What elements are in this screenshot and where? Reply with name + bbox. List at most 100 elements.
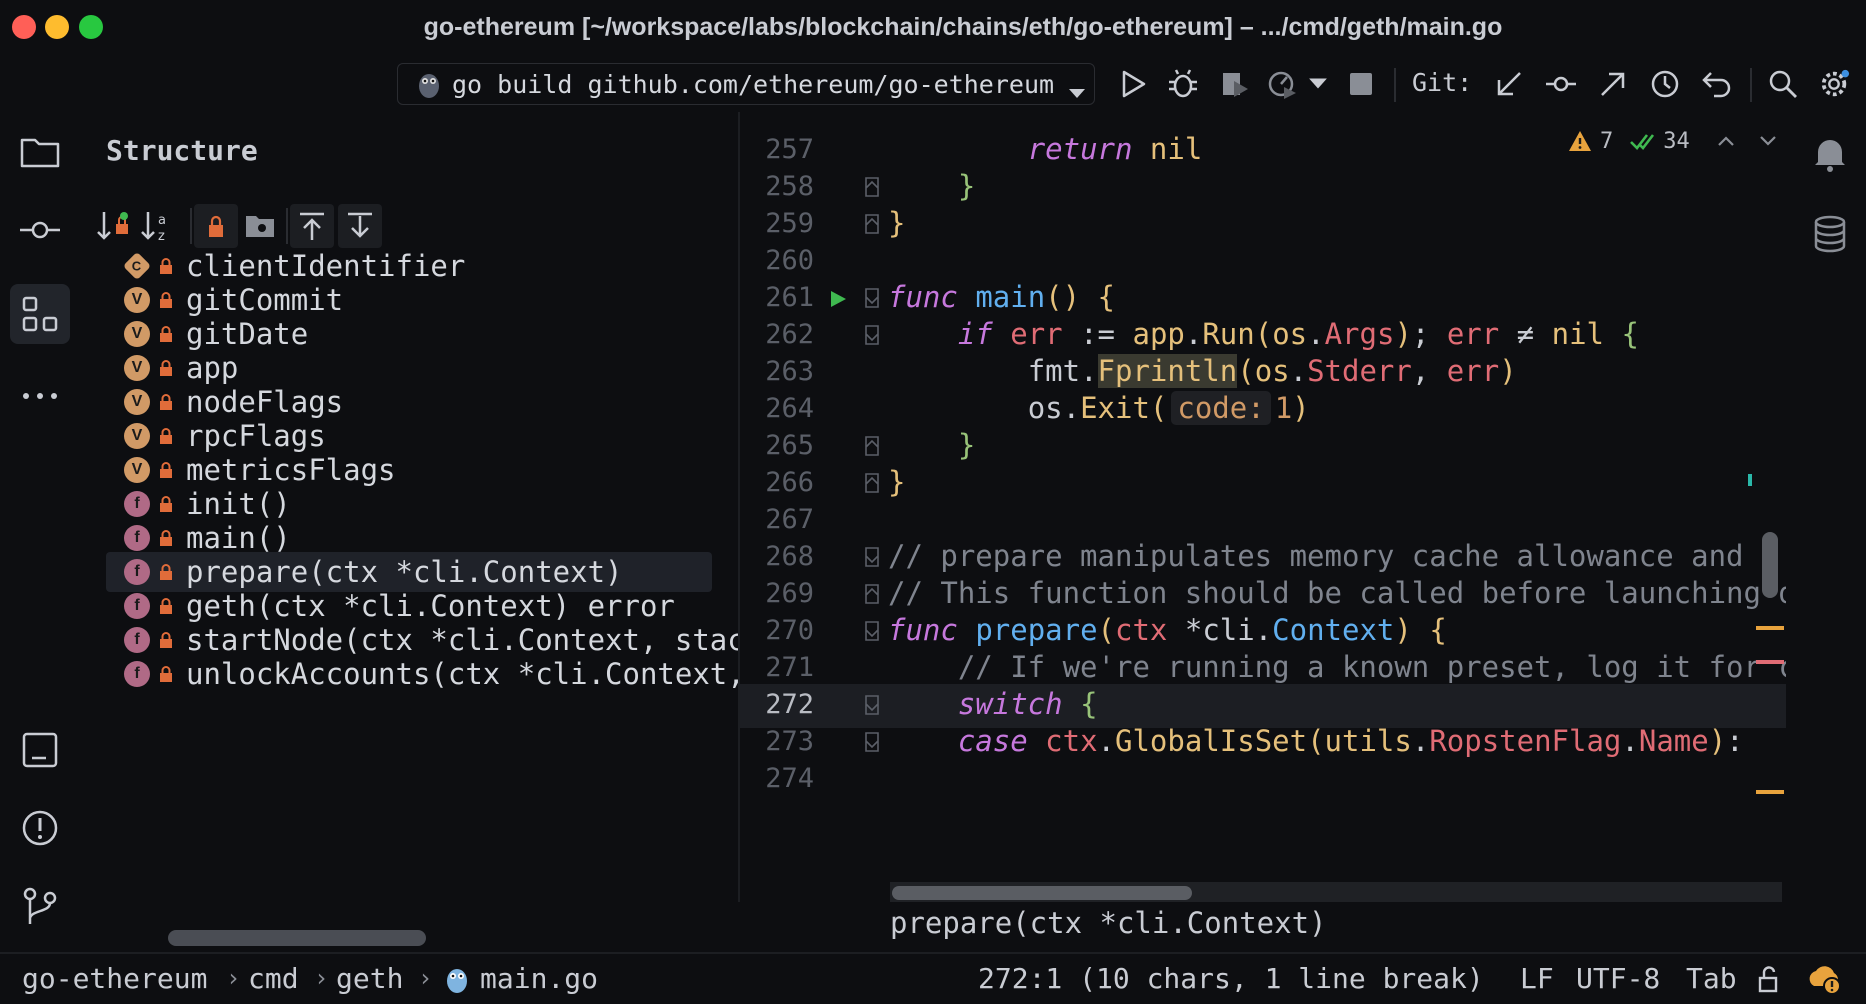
unlock-icon[interactable] [1756, 964, 1780, 994]
code-editor[interactable]: 257 return nil 258 } 259 } 260 261 func … [738, 112, 1786, 902]
structure-horizontal-scrollbar[interactable] [168, 930, 426, 946]
error-marker[interactable] [1756, 660, 1784, 664]
warnings-count: 7 [1600, 128, 1614, 154]
structure-item-label: startNode(ctx *cli.Context, stac [186, 623, 738, 657]
show-non-public-icon[interactable] [194, 204, 238, 248]
breadcrumb-item[interactable]: main.go [480, 962, 598, 995]
debug-icon[interactable] [1166, 67, 1200, 101]
status-bar: go-ethereum › cmd › geth › main.go 272:1… [0, 952, 1866, 1004]
line-number: 271 [765, 652, 814, 683]
history-icon[interactable] [1648, 67, 1682, 101]
close-window-button[interactable] [12, 15, 36, 39]
code-text: } [888, 465, 906, 499]
check-double-icon [1630, 134, 1655, 150]
line-ending[interactable]: LF [1520, 962, 1554, 995]
structure-item-label: prepare(ctx *cli.Context) [186, 555, 623, 589]
gopher-icon [444, 964, 470, 994]
fold-icon[interactable] [864, 694, 880, 716]
current-function-breadcrumb[interactable]: prepare(ctx *cli.Context) [890, 906, 1327, 940]
rollback-icon[interactable] [1700, 67, 1734, 101]
fold-icon[interactable] [864, 287, 880, 309]
git-branch-icon[interactable] [18, 884, 62, 928]
code-text: // prepare manipulates memory cache allo… [888, 539, 1779, 573]
line-number: 272 [765, 689, 814, 720]
function-icon: f [124, 593, 150, 619]
git-update-icon[interactable] [1492, 67, 1526, 101]
structure-toolbar: az [94, 204, 514, 248]
variable-icon: V [124, 423, 150, 449]
git-commit-icon[interactable] [1544, 67, 1578, 101]
run-icon[interactable] [1116, 67, 1150, 101]
breadcrumb-item[interactable]: geth [336, 962, 403, 995]
show-package-icon[interactable] [238, 204, 282, 248]
fold-icon[interactable] [864, 324, 880, 346]
chevron-down-icon[interactable] [1308, 74, 1328, 94]
function-icon: f [124, 627, 150, 653]
lock-icon [160, 292, 172, 308]
coverage-icon[interactable] [1218, 67, 1252, 101]
fold-icon[interactable] [864, 620, 880, 642]
breadcrumb-item[interactable]: go-ethereum [22, 962, 207, 995]
window-title: go-ethereum [~/workspace/labs/blockchain… [423, 12, 1503, 41]
run-gutter-icon[interactable] [828, 289, 848, 309]
structure-item[interactable]: f unlockAccounts(ctx *cli.Context, [106, 654, 738, 694]
fold-icon[interactable] [864, 583, 880, 605]
line-number: 273 [765, 726, 814, 757]
lock-icon [160, 360, 172, 376]
breadcrumb-chevron-icon: › [418, 964, 433, 992]
problems-icon[interactable] [18, 806, 62, 850]
ide-update-icon[interactable] [1806, 960, 1842, 996]
code-line[interactable]: 274 [740, 758, 1786, 802]
fold-icon[interactable] [864, 731, 880, 753]
zoom-window-button[interactable] [79, 15, 103, 39]
git-push-icon[interactable] [1596, 67, 1630, 101]
run-configuration-selector[interactable]: go build github.com/ethereum/go-ethereum [397, 63, 1095, 105]
fold-icon[interactable] [864, 546, 880, 568]
fold-icon[interactable] [864, 176, 880, 198]
warning-marker[interactable] [1756, 626, 1784, 630]
gear-icon[interactable] [1818, 67, 1850, 101]
editor-horizontal-scroll-thumb[interactable] [892, 886, 1192, 900]
notifications-icon[interactable] [1808, 132, 1852, 176]
indent-setting[interactable]: Tab [1686, 962, 1737, 995]
file-encoding[interactable]: UTF-8 [1576, 962, 1660, 995]
breadcrumb-item[interactable]: cmd [248, 962, 299, 995]
profile-icon[interactable] [1266, 67, 1300, 101]
chevron-up-icon[interactable] [1716, 134, 1736, 148]
fold-icon[interactable] [864, 213, 880, 235]
warning-marker[interactable] [1756, 790, 1784, 794]
stop-icon[interactable] [1344, 67, 1378, 101]
minimize-window-button[interactable] [45, 15, 69, 39]
fold-icon[interactable] [864, 472, 880, 494]
inspections-widget[interactable]: 7 34 [1568, 126, 1778, 156]
caret-position[interactable]: 272:1 (10 chars, 1 line break) [978, 962, 1484, 995]
line-number: 264 [765, 393, 814, 424]
chevron-down-icon[interactable] [1758, 134, 1778, 148]
sort-by-visibility-icon[interactable] [94, 204, 138, 248]
editor-vertical-scroll-thumb[interactable] [1762, 532, 1778, 598]
terminal-icon[interactable] [18, 728, 62, 772]
fold-icon[interactable] [864, 435, 880, 457]
lock-icon [160, 632, 172, 648]
more-icon[interactable] [18, 374, 62, 418]
line-number: 265 [765, 430, 814, 461]
folder-icon[interactable] [18, 130, 62, 174]
toolbar-separator [190, 208, 192, 244]
collapse-all-icon[interactable] [338, 204, 382, 248]
expand-all-icon[interactable] [290, 204, 334, 248]
main-toolbar: go build github.com/ethereum/go-ethereum… [0, 54, 1866, 112]
sort-alphabetically-icon[interactable]: az [138, 204, 182, 248]
line-number: 262 [765, 319, 814, 350]
editor-horizontal-scrollbar[interactable] [890, 882, 1782, 902]
structure-icon[interactable] [18, 292, 62, 336]
commit-icon[interactable] [18, 208, 62, 252]
code-text: return nil [1027, 132, 1203, 166]
database-icon[interactable] [1808, 212, 1852, 256]
line-number: 267 [765, 504, 814, 535]
structure-item-label: app [186, 351, 239, 385]
search-icon[interactable] [1766, 67, 1800, 101]
lock-icon [160, 598, 172, 614]
code-text: fmt.Fprintln(os.Stderr, err) [1027, 354, 1517, 388]
change-marker[interactable] [1748, 474, 1752, 486]
warning-icon [1569, 131, 1591, 151]
